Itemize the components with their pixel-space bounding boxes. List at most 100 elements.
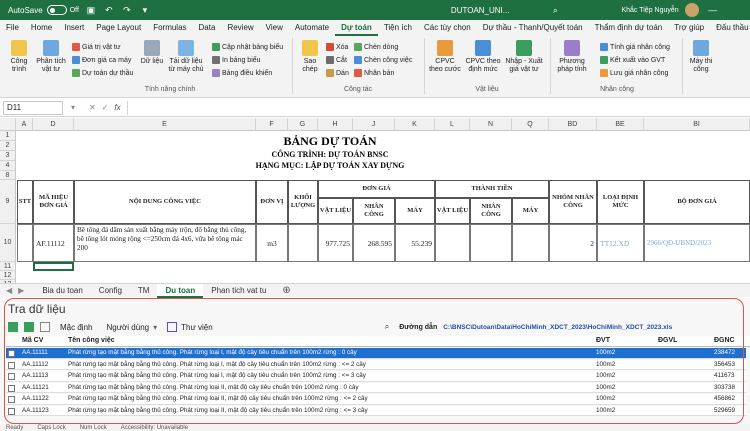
settings-icon[interactable] [40,322,50,332]
name-box[interactable]: D11 [3,100,63,115]
row-header[interactable]: 10 [0,224,16,262]
du-lieu-button[interactable]: Dữ liệu [138,40,166,66]
sheet-tab[interactable]: Config [91,284,130,298]
save-icon[interactable]: ▣ [85,4,97,16]
row-header[interactable]: 9 [0,180,16,224]
ribbon-tab[interactable]: Review [221,20,259,36]
ribbon-tab[interactable]: Insert [58,20,90,36]
autosave-toggle[interactable] [46,5,67,15]
column-header[interactable]: D [33,118,74,131]
undo-icon[interactable]: ↶ [103,4,115,16]
row-nhom-nhan-cong[interactable]: 2 [549,224,597,262]
row-ma-hieu[interactable]: AF.11112 [33,224,74,262]
row-header[interactable]: 12 [0,271,16,280]
search-icon[interactable]: ⌕ [549,4,561,16]
column-header[interactable]: H [318,118,353,131]
don-gia-ca-may-button[interactable]: Đơn giá ca máy [72,55,131,65]
minimize-icon[interactable]: — [707,4,719,16]
ribbon-tab[interactable]: Thẩm định dự toán [589,20,669,36]
row-tt-vat-lieu[interactable] [435,224,470,262]
row-vat-lieu[interactable]: 977.725 [318,224,353,262]
tinh-gia-nc-button[interactable]: Tính giá nhân công [600,42,670,52]
sheet-tab[interactable]: TM [130,284,158,298]
ribbon-tab[interactable]: Dự toán [335,20,378,36]
luu-gia-nc-button[interactable]: Lưu giá nhân công [600,68,668,78]
nguoi-dung-button[interactable]: Người dùng [106,323,149,332]
row-tt-may[interactable] [512,224,549,262]
quick-access-icon[interactable]: ▾ [139,4,151,16]
nhan-ban-button[interactable]: Nhân bản [354,68,394,78]
nhap-xuat-button[interactable]: Nhập - Xuất giá vật tư [504,40,544,74]
select-all-corner[interactable] [0,118,16,131]
lookup-row[interactable]: AA.11123 Phát rừng tạo mặt bằng bằng thủ … [6,405,746,416]
cpvc-theo-dinh-muc-button[interactable]: CPVC theo định mức [464,40,502,74]
row-nhan-cong[interactable]: 268.595 [353,224,395,262]
lookup-row[interactable]: AA.11122 Phát rừng tạo mặt bằng bằng thủ … [6,394,746,405]
row-checkbox[interactable] [8,361,15,369]
ribbon-tab[interactable]: Home [25,20,58,36]
thu-vien-button[interactable]: Thư viện [181,323,213,332]
mac-dinh-button[interactable]: Mặc định [60,323,92,332]
row-tt-nhan-cong[interactable] [470,224,512,262]
row-khoi-luong[interactable] [288,224,318,262]
avatar[interactable] [684,3,699,17]
row-noi-dung[interactable]: Bê tông đá dăm sản xuất bằng máy trộn, đ… [74,224,256,262]
ribbon-tab[interactable]: Page Layout [90,20,147,36]
ribbon-tab[interactable]: Trợ giúp [668,20,710,36]
fx-icon[interactable]: fx [114,103,120,112]
col-ten-cong-viec[interactable]: Tên công việc [68,336,115,346]
formula-input[interactable] [126,100,750,115]
chen-dong-button[interactable]: Chèn dòng [354,42,398,52]
may-thi-cong-button[interactable]: Máy thi công [686,40,716,74]
row-don-vi[interactable]: m3 [256,224,288,262]
phuong-phap-tinh-button[interactable]: Phương pháp tính [554,40,590,74]
name-box-dropdown-icon[interactable]: ▾ [71,103,75,112]
cat-button[interactable]: Cắt [326,55,347,65]
cap-nhat-button[interactable]: Cập nhật bảng biểu [212,42,283,52]
chen-cong-viec-button[interactable]: Chèn công việc [354,55,412,65]
dropdown-icon[interactable]: ▾ [153,323,157,332]
column-header[interactable]: BI [644,118,750,131]
column-header[interactable]: K [395,118,435,131]
row-header[interactable]: 2 [0,141,16,151]
add-sheet-icon[interactable]: ⊕ [282,285,290,296]
column-header[interactable]: F [256,118,288,131]
row-header[interactable]: 1 [0,131,16,141]
row-header[interactable]: 8 [0,171,16,180]
lookup-row[interactable]: AA.11121 Phát rừng tạo mặt bằng bằng thủ … [6,382,746,393]
column-header[interactable]: BD [549,118,597,131]
cong-trinh-button[interactable]: Công trình [4,40,34,74]
ribbon-tab[interactable]: File [0,20,25,36]
col-dvt[interactable]: ĐVT [596,336,610,346]
row-bo-don-gia[interactable]: 2966/QĐ-UBND/2023 [644,224,750,262]
col-dgnc[interactable]: ĐGNC [714,336,735,346]
row-checkbox[interactable] [8,396,15,403]
row-header[interactable]: 11 [0,262,16,271]
row-checkbox[interactable] [8,384,15,392]
ribbon-tab[interactable]: Automate [289,20,335,36]
dan-button[interactable]: Dán [326,68,349,78]
sao-chep-button[interactable]: Sao chép [296,40,324,74]
column-header[interactable]: E [74,118,256,131]
row-checkbox[interactable] [8,407,15,415]
cpvc-theo-cuoc-button[interactable]: CPVC theo cước [428,40,462,74]
lookup-row[interactable]: AA.11113 Phát rừng tạo mặt bằng bằng thủ … [6,371,746,382]
column-header[interactable]: Q [512,118,549,131]
ribbon-tab[interactable]: Các tùy chọn [418,20,477,36]
gia-tri-vat-tu-button[interactable]: Giá trị vật tư [72,42,121,52]
next-sheet-icon[interactable]: ▶ [18,286,24,295]
row-loai-dinh-muc[interactable]: TT12.XD [597,224,644,262]
export-excel-icon[interactable] [24,322,34,332]
confirm-icon[interactable]: ✓ [102,103,109,112]
ribbon-tab[interactable]: View [260,20,289,36]
row-may[interactable]: 55.239 [395,224,435,262]
row-stt[interactable] [17,224,33,262]
folder-search-icon[interactable]: ⌕ [385,322,389,332]
ribbon-tab[interactable]: Đấu thầu qua mạng [710,20,750,36]
sheet-tab[interactable]: Bia du toan [34,284,90,298]
sheet-tab[interactable]: Phan tich vat tu [203,284,274,298]
column-header[interactable]: A [16,118,33,131]
phan-tich-button[interactable]: Phân tích vật tư [34,40,68,74]
cancel-icon[interactable]: ✕ [89,103,96,112]
du-toan-du-thau-button[interactable]: Dự toán dự thầu [72,68,133,78]
